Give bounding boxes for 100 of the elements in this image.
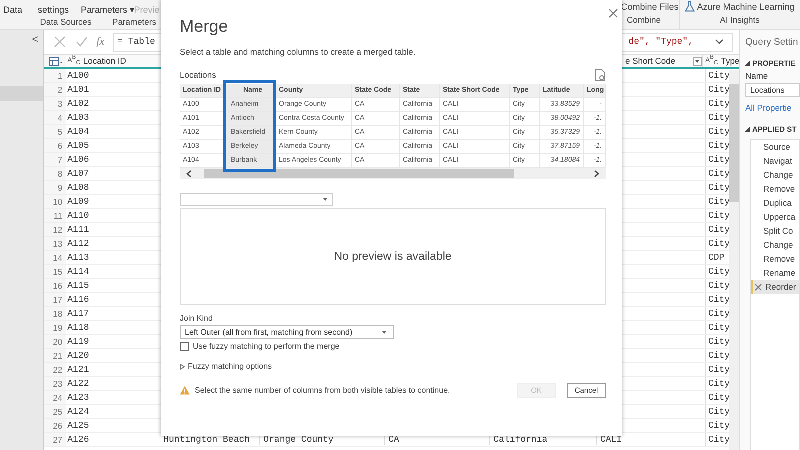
- formula-text: de", "Type",: [628, 37, 694, 47]
- formula-text: = Table: [118, 37, 156, 47]
- table-cell-text: A122: [66, 378, 90, 390]
- ribbon-group-label: AI Insights: [720, 14, 760, 25]
- name-field[interactable]: Locations: [745, 83, 800, 97]
- column-title: Location ID: [83, 56, 126, 66]
- ribbon-button[interactable]: Parameters ▾: [81, 5, 133, 15]
- ribbon-group-label: Combine: [626, 14, 662, 25]
- table-cell-text: A113: [66, 252, 90, 264]
- refresh-document-icon[interactable]: [595, 69, 606, 81]
- table-cell-text: A118: [66, 322, 90, 334]
- table-name: Locations: [180, 70, 216, 80]
- row-number: 6: [44, 139, 66, 152]
- row-number: 3: [44, 97, 66, 110]
- table-cell-text: A125: [66, 420, 90, 432]
- scrollbar[interactable]: [180, 168, 606, 179]
- expand-arrow-icon: [180, 364, 185, 370]
- expander[interactable]: Fuzzy matching options: [180, 362, 606, 371]
- table-cell-text: A105: [66, 140, 90, 152]
- column-header[interactable]: e Short Code: [593, 55, 702, 67]
- row-number: 1: [44, 69, 66, 82]
- ribbon-button[interactable]: Data: [0, 5, 26, 15]
- scroll-left-icon[interactable]: [186, 170, 192, 178]
- row-number: 15: [44, 265, 66, 278]
- table-menu-icon[interactable]: [48, 56, 63, 66]
- table-cell-text: A104: [66, 126, 90, 138]
- row-number: 10: [44, 195, 66, 208]
- applied-step[interactable]: Rename: [751, 266, 799, 280]
- delete-icon[interactable]: [755, 284, 762, 290]
- ribbon-button[interactable]: Azure Machine Learning: [683, 0, 797, 13]
- row-number: 12: [44, 223, 66, 236]
- applied-step[interactable]: Split Co: [751, 224, 799, 238]
- row-number: 19: [44, 321, 66, 334]
- row-number: 20: [44, 335, 66, 348]
- table-cell-text: A107: [66, 168, 90, 180]
- check-icon[interactable]: [76, 36, 88, 48]
- table-cell-text: A123: [66, 392, 90, 404]
- table-cell-text: A124: [66, 406, 90, 418]
- row-number: 17: [44, 293, 66, 306]
- row-number: 8: [44, 167, 66, 180]
- applied-step[interactable]: Change: [751, 168, 799, 182]
- applied-step[interactable]: Reorder: [751, 280, 799, 294]
- row-number: 18: [44, 307, 66, 320]
- table-cell-text: A126: [66, 434, 90, 446]
- function-label[interactable]: fx: [96, 36, 105, 48]
- field-label: Join Kind: [180, 314, 214, 323]
- collapse-triangle-icon[interactable]: [745, 127, 750, 132]
- column-title: Type: [721, 56, 740, 66]
- ribbon-group-label: Data Sources: [39, 16, 93, 27]
- row-number: 26: [44, 419, 66, 432]
- applied-step[interactable]: Upperca: [751, 210, 799, 224]
- applied-step[interactable]: Navigat: [751, 154, 799, 168]
- checkbox[interactable]: [180, 342, 189, 351]
- scroll-right-icon[interactable]: [594, 170, 600, 178]
- applied-step[interactable]: Remove: [751, 182, 799, 196]
- flask-icon: [685, 1, 696, 12]
- column-title: e Short Code: [624, 56, 677, 66]
- row-number: 24: [44, 391, 66, 404]
- applied-step[interactable]: Change: [751, 238, 799, 252]
- collapse-button[interactable]: <: [32, 34, 39, 46]
- row-number: 14: [44, 251, 66, 264]
- filter-dropdown-icon[interactable]: [693, 56, 702, 66]
- row-number: 2: [44, 83, 66, 96]
- table-cell-text: A114: [66, 266, 90, 278]
- checkbox-label: Use fuzzy matching to perform the merge: [193, 342, 340, 351]
- row-number: 4: [44, 111, 66, 124]
- row-number: 5: [44, 125, 66, 138]
- row-number: 16: [44, 279, 66, 292]
- table-cell-text: A115: [66, 280, 90, 292]
- table-cell-text: A101: [66, 84, 90, 96]
- ribbon-group-label: Parameters: [112, 16, 157, 27]
- applied-step[interactable]: Remove: [751, 252, 799, 266]
- ribbon-button[interactable]: settings: [26, 5, 81, 15]
- row-number: 23: [44, 377, 66, 390]
- row-number: 11: [44, 209, 66, 222]
- pane-title: Query Settin: [745, 37, 800, 48]
- table-cell-text: A117: [66, 308, 90, 320]
- empty-message: No preview is available: [334, 250, 452, 262]
- table-cell-text: A109: [66, 196, 90, 208]
- chevron-down-icon[interactable]: [715, 39, 724, 45]
- table-cell-text: A120: [66, 350, 90, 362]
- table-cell-text: A108: [66, 182, 90, 194]
- collapse-triangle-icon[interactable]: [745, 61, 750, 66]
- table-cell-text: A112: [66, 238, 90, 250]
- dialog-title: Merge: [180, 17, 230, 37]
- row-number: 27: [44, 433, 66, 446]
- table-cell-text: A103: [66, 112, 90, 124]
- warning-icon: [180, 386, 190, 395]
- table-cell-text: A121: [66, 364, 90, 376]
- applied-step[interactable]: Duplica: [751, 196, 799, 210]
- scrollbar[interactable]: [729, 70, 740, 450]
- dialog-instructions: Select a table and matching columns to create a merged table.: [180, 47, 417, 57]
- all-properties-link[interactable]: All Propertie: [745, 103, 800, 113]
- join-kind-dropdown[interactable]: Left Outer (all from first, matching from second): [180, 325, 394, 339]
- table-cell-text: A110: [66, 210, 90, 222]
- close-icon[interactable]: [609, 9, 618, 18]
- applied-step[interactable]: Source: [751, 140, 799, 154]
- table-cell-text: A100: [66, 70, 90, 82]
- table-cell-text: A119: [66, 336, 90, 348]
- row-number: 7: [44, 153, 66, 166]
